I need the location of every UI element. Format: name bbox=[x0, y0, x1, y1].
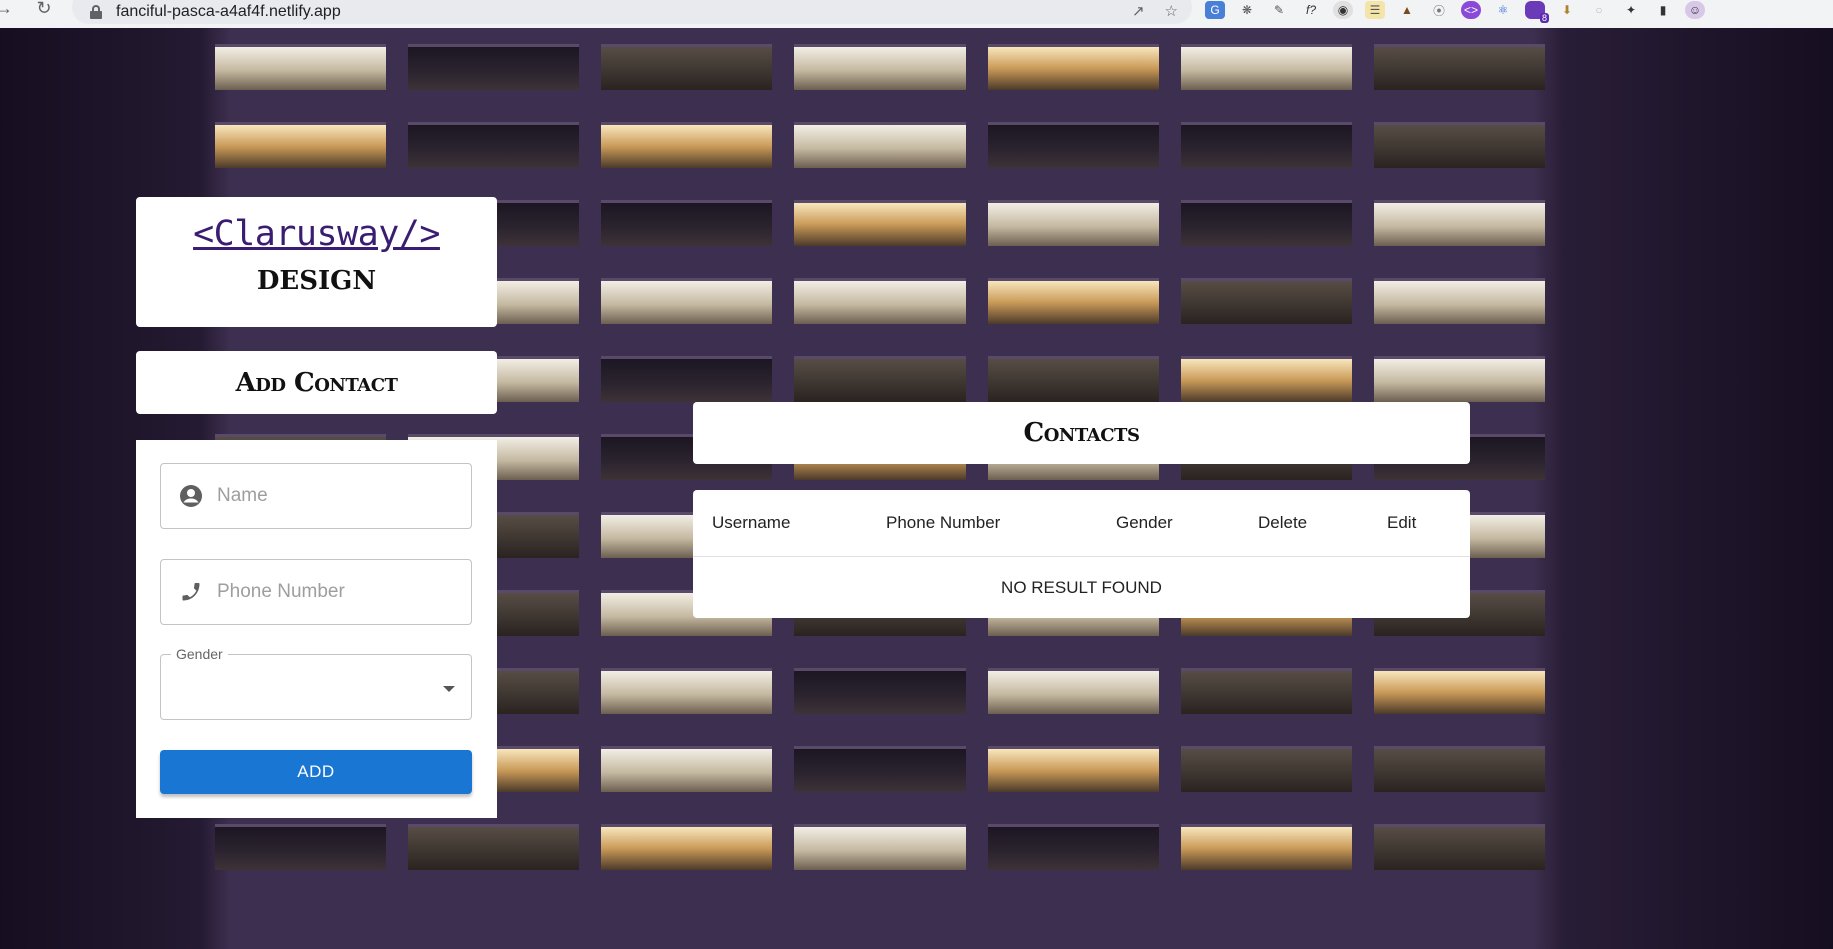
building-window bbox=[1373, 122, 1545, 168]
building-window bbox=[1373, 278, 1545, 324]
translate-extension-icon[interactable]: G bbox=[1205, 1, 1225, 19]
code-extension-icon[interactable]: <> bbox=[1461, 1, 1481, 19]
building-window bbox=[1373, 44, 1545, 90]
building-window bbox=[1180, 746, 1352, 792]
profile-avatar-icon[interactable]: ☺ bbox=[1685, 1, 1705, 19]
circle-extension-icon[interactable]: ○ bbox=[1589, 1, 1609, 19]
building-window bbox=[794, 44, 966, 90]
react-extension-icon[interactable]: ⚛ bbox=[1493, 1, 1513, 19]
empty-result-row: NO RESULT FOUND bbox=[693, 557, 1470, 618]
reload-icon[interactable]: ↻ bbox=[30, 0, 58, 22]
gender-select[interactable]: Gender bbox=[160, 646, 472, 720]
column-header-delete: Delete bbox=[1258, 513, 1308, 532]
extensions-bar: G ❋ ✎ f? ◉ ☰ ▲ ⦿ <> ⚛ 8 ⬇ ○ ✦ ▮ ☺ bbox=[1205, 0, 1705, 23]
building-window bbox=[601, 44, 773, 90]
eyedropper-extension-icon[interactable]: ✎ bbox=[1269, 1, 1289, 19]
font-extension-icon[interactable]: f? bbox=[1301, 1, 1321, 19]
extension-badge: 8 bbox=[1539, 13, 1549, 23]
building-window bbox=[215, 824, 387, 870]
building-window bbox=[1180, 44, 1352, 90]
name-field[interactable] bbox=[160, 463, 472, 529]
building-window bbox=[1373, 746, 1545, 792]
account-circle-icon bbox=[177, 482, 205, 510]
building-window bbox=[601, 356, 773, 402]
lock-icon bbox=[90, 5, 102, 19]
phone-number-input[interactable] bbox=[215, 580, 459, 604]
dropdown-arrow-icon bbox=[443, 686, 455, 692]
building-window bbox=[215, 44, 387, 90]
brand-subtitle: DESIGN bbox=[256, 266, 377, 296]
building-window bbox=[1373, 200, 1545, 246]
building-window bbox=[794, 746, 966, 792]
building-window bbox=[1180, 356, 1352, 402]
building-window bbox=[987, 824, 1159, 870]
no-result-message: NO RESULT FOUND bbox=[1001, 577, 1162, 597]
building-window bbox=[215, 122, 387, 168]
add-button[interactable]: ADD bbox=[160, 750, 472, 794]
building-window bbox=[1373, 824, 1545, 870]
building-window bbox=[987, 200, 1159, 246]
brand-card: <Clarusway/> DESIGN bbox=[136, 197, 497, 327]
gender-label: Gender bbox=[171, 646, 228, 662]
table-header-row: Username Phone Number Gender Delete Edit bbox=[693, 490, 1470, 557]
column-header-gender: Gender bbox=[1116, 513, 1173, 532]
building-window bbox=[601, 122, 773, 168]
contacts-header: Contacts bbox=[693, 402, 1470, 464]
add-contact-title: Add Contact bbox=[235, 367, 398, 398]
building-window bbox=[987, 668, 1159, 714]
share-icon[interactable]: ↗ bbox=[1132, 2, 1145, 20]
building-window bbox=[1180, 668, 1352, 714]
building-window bbox=[1180, 200, 1352, 246]
compass-extension-icon[interactable]: ⦿ bbox=[1429, 1, 1449, 19]
contacts-title: Contacts bbox=[1023, 418, 1140, 448]
url-text[interactable]: fanciful-pasca-a4af4f.netlify.app bbox=[116, 3, 341, 21]
clarusway-logo-link[interactable]: <Clarusway/> bbox=[136, 214, 497, 254]
browser-toolbar: → ↻ fanciful-pasca-a4af4f.netlify.app ↗ … bbox=[0, 0, 1833, 28]
building-window bbox=[987, 122, 1159, 168]
building-window bbox=[1373, 668, 1545, 714]
redux-extension-icon[interactable]: 8 bbox=[1525, 1, 1549, 23]
building-window bbox=[794, 278, 966, 324]
building-window bbox=[601, 746, 773, 792]
building-window bbox=[408, 122, 580, 168]
column-header-username: Username bbox=[712, 513, 791, 532]
building-window bbox=[408, 824, 580, 870]
building-window bbox=[408, 44, 580, 90]
building-window bbox=[987, 44, 1159, 90]
building-window bbox=[1180, 824, 1352, 870]
building-window bbox=[794, 356, 966, 402]
building-window bbox=[601, 278, 773, 324]
contacts-table: Username Phone Number Gender Delete Edit… bbox=[693, 490, 1470, 618]
building-window bbox=[601, 200, 773, 246]
building-window bbox=[1373, 356, 1545, 402]
phone-field[interactable] bbox=[160, 559, 472, 625]
address-bar[interactable]: fanciful-pasca-a4af4f.netlify.app ↗ ☆ bbox=[72, 0, 1192, 24]
building-window bbox=[1180, 278, 1352, 324]
building-window bbox=[794, 824, 966, 870]
building-window bbox=[794, 122, 966, 168]
building-window bbox=[794, 200, 966, 246]
building-window bbox=[794, 668, 966, 714]
add-contact-form: Gender ADD bbox=[136, 440, 497, 818]
download-extension-icon[interactable]: ⬇ bbox=[1557, 1, 1577, 19]
forward-icon[interactable]: → bbox=[0, 0, 18, 22]
puzzle-extensions-icon[interactable]: ✦ bbox=[1621, 1, 1641, 19]
building-window bbox=[987, 278, 1159, 324]
phone-icon bbox=[177, 578, 205, 606]
name-input[interactable] bbox=[215, 484, 459, 508]
building-window bbox=[987, 356, 1159, 402]
add-contact-header: Add Contact bbox=[136, 351, 497, 414]
hat-extension-icon[interactable]: ▲ bbox=[1397, 1, 1417, 19]
column-header-phone-number: Phone Number bbox=[886, 513, 1001, 532]
column-header-edit: Edit bbox=[1387, 513, 1417, 532]
bug-extension-icon[interactable]: ❋ bbox=[1237, 1, 1257, 19]
spy-extension-icon[interactable]: ◉ bbox=[1333, 1, 1353, 19]
building-window bbox=[1180, 122, 1352, 168]
building-window bbox=[601, 668, 773, 714]
building-window bbox=[601, 824, 773, 870]
side-panel-icon[interactable]: ▮ bbox=[1653, 1, 1673, 19]
note-extension-icon[interactable]: ☰ bbox=[1365, 1, 1385, 19]
building-window bbox=[987, 746, 1159, 792]
bookmark-star-icon[interactable]: ☆ bbox=[1165, 2, 1178, 20]
